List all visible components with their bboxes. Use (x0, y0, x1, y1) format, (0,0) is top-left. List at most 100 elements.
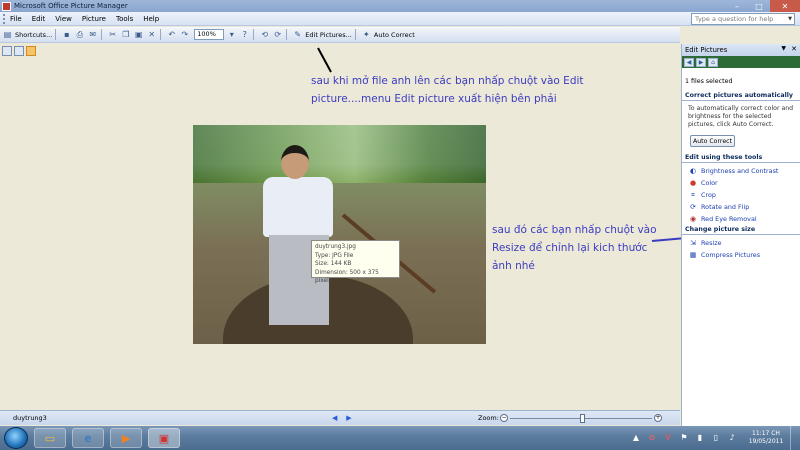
pane-auto-correct-button[interactable]: Auto Correct (690, 135, 735, 147)
maximize-button[interactable]: □ (748, 0, 770, 12)
toolbar-separator (286, 29, 288, 40)
zoom-out-icon[interactable]: − (500, 414, 508, 422)
single-picture-view-icon[interactable] (26, 45, 36, 56)
auto-correct-button[interactable]: Auto Correct (374, 29, 415, 41)
menu-bar: File Edit View Picture Tools Help Type a… (0, 12, 800, 26)
auto-correct-section-title: Correct pictures automatically (682, 91, 800, 101)
picture-preview[interactable] (193, 125, 486, 344)
menu-view[interactable]: View (55, 15, 72, 23)
compress-pictures-link[interactable]: ▦ Compress Pictures (682, 249, 800, 261)
pane-title: Edit Pictures (685, 46, 728, 54)
filmstrip-view-icon[interactable] (14, 45, 24, 56)
chevron-down-icon[interactable]: ▼ (786, 14, 794, 24)
internet-explorer-taskbar-icon[interactable]: e (72, 428, 104, 448)
menu-file[interactable]: File (10, 15, 22, 23)
redo-icon[interactable]: ↷ (179, 29, 190, 40)
picture-manager-icon (2, 1, 11, 11)
paste-icon[interactable]: ▣ (133, 29, 144, 40)
color-link[interactable]: ● Color (682, 177, 800, 189)
system-tray: ▲ ⊘ V ⚑ ▮ ▯ ♪ 11:17 CH 19/05/2011 (630, 426, 800, 450)
prev-next-arrows-icon[interactable]: ◀ ▶ (332, 414, 352, 422)
auto-correct-description: To automatically correct color and brigh… (688, 105, 794, 128)
help-placeholder: Type a question for help (695, 15, 774, 23)
close-button[interactable]: ✕ (770, 0, 800, 12)
standard-toolbar: ▤ Shortcuts... ▪ ⎙ ✉ ✂ ❐ ▣ ✕ ↶ ↷ 100% ▾ … (0, 27, 680, 43)
shortcuts-button[interactable]: Shortcuts... (15, 29, 52, 41)
picture-manager-taskbar-icon[interactable]: ▣ (148, 428, 180, 448)
help-icon[interactable]: ? (239, 29, 250, 40)
tray-chevron-icon[interactable]: ▲ (630, 433, 642, 443)
menu-help[interactable]: Help (143, 15, 159, 23)
home-icon[interactable]: ⌂ (708, 57, 718, 67)
tools-section-title: Edit using these tools (682, 153, 800, 163)
annotation-top: sau khi mở file anh lên các bạn nhấp chu… (311, 75, 584, 105)
zoom-thumb[interactable] (580, 414, 585, 423)
network-icon[interactable]: ▮ (694, 433, 706, 443)
zoom-in-icon[interactable]: + (654, 414, 662, 422)
pane-close-icon[interactable]: ✕ (791, 45, 797, 53)
brightness-icon: ◐ (689, 167, 697, 175)
rotate-left-icon[interactable]: ⟲ (259, 29, 270, 40)
toolbar-separator (253, 29, 255, 40)
auto-correct-icon[interactable]: ✦ (361, 29, 372, 40)
title-bar: Microsoft Office Picture Manager – □ ✕ (0, 0, 800, 12)
delete-icon[interactable]: ✕ (146, 29, 157, 40)
clock[interactable]: 11:17 CH 19/05/2011 (742, 430, 790, 446)
edit-pictures-pane: Edit Pictures ▼ ✕ ◀ ▶ ⌂ 1 files selected… (681, 44, 800, 426)
zoom-dropdown-icon[interactable]: ▾ (226, 29, 237, 40)
brightness-label: Brightness and Contrast (701, 167, 779, 175)
back-icon[interactable]: ◀ (684, 57, 694, 67)
copy-icon[interactable]: ❐ (120, 29, 131, 40)
clock-date: 19/05/2011 (748, 438, 784, 445)
pane-menu-icon[interactable]: ▼ (781, 45, 786, 52)
tray-app-icon[interactable]: ⊘ (646, 433, 658, 443)
toolbar-separator (55, 29, 57, 40)
media-player-taskbar-icon[interactable]: ▶ (110, 428, 142, 448)
tray-flag-icon[interactable]: ⚑ (678, 433, 690, 443)
pane-nav: ◀ ▶ ⌂ (682, 56, 800, 68)
help-search-input[interactable]: Type a question for help ▼ (691, 13, 795, 25)
pane-header: Edit Pictures ▼ ✕ (682, 44, 800, 56)
print-icon[interactable]: ⎙ (74, 29, 85, 40)
tooltip-size: Size: 144 KB (315, 261, 352, 267)
tray-v-icon[interactable]: V (662, 433, 674, 443)
menu-grip[interactable] (3, 13, 7, 24)
menu-picture[interactable]: Picture (82, 15, 106, 23)
zoom-slider[interactable]: − + (500, 414, 662, 423)
menu-edit[interactable]: Edit (32, 15, 46, 23)
crop-link[interactable]: ⌗ Crop (682, 189, 800, 201)
minimize-button[interactable]: – (726, 0, 748, 12)
toolbar-separator (160, 29, 162, 40)
rotate-flip-link[interactable]: ⟳ Rotate and Flip (682, 201, 800, 213)
file-info-tooltip: duytrung3.jpg Type: JPG File Size: 144 K… (311, 240, 400, 284)
compress-label: Compress Pictures (701, 251, 761, 259)
show-desktop-button[interactable] (790, 426, 800, 450)
red-eye-label: Red Eye Removal (701, 215, 757, 223)
shortcuts-icon[interactable]: ▤ (2, 29, 13, 40)
menu-tools[interactable]: Tools (116, 15, 133, 23)
status-bar: duytrung3 ◀ ▶ Zoom: − + (0, 410, 680, 425)
cut-icon[interactable]: ✂ (107, 29, 118, 40)
forward-icon[interactable]: ▶ (696, 57, 706, 67)
annotation-right: sau đó các bạn nhấp chuột vào Resize để … (492, 224, 657, 272)
edit-pictures-icon[interactable]: ✎ (292, 29, 303, 40)
thumbnail-view-icon[interactable] (2, 45, 12, 56)
volume-icon[interactable]: ♪ (726, 433, 738, 443)
explorer-taskbar-icon[interactable]: ▭ (34, 428, 66, 448)
battery-icon[interactable]: ▯ (710, 433, 722, 443)
rotate-right-icon[interactable]: ⟳ (272, 29, 283, 40)
status-filename: duytrung3 (13, 414, 47, 422)
zoom-select[interactable]: 100% (194, 29, 225, 40)
photo-shirt (263, 177, 333, 237)
edit-pictures-button[interactable]: Edit Pictures... (305, 29, 352, 41)
window-title: Microsoft Office Picture Manager (14, 2, 128, 10)
undo-icon[interactable]: ↶ (166, 29, 177, 40)
red-eye-link[interactable]: ◉ Red Eye Removal (682, 213, 800, 225)
start-button[interactable] (4, 427, 28, 449)
email-icon[interactable]: ✉ (87, 29, 98, 40)
size-section-title: Change picture size (682, 225, 800, 235)
save-icon[interactable]: ▪ (61, 29, 72, 40)
brightness-contrast-link[interactable]: ◐ Brightness and Contrast (682, 165, 800, 177)
resize-link[interactable]: ⇲ Resize (682, 237, 800, 249)
window-controls: – □ ✕ (726, 0, 800, 12)
